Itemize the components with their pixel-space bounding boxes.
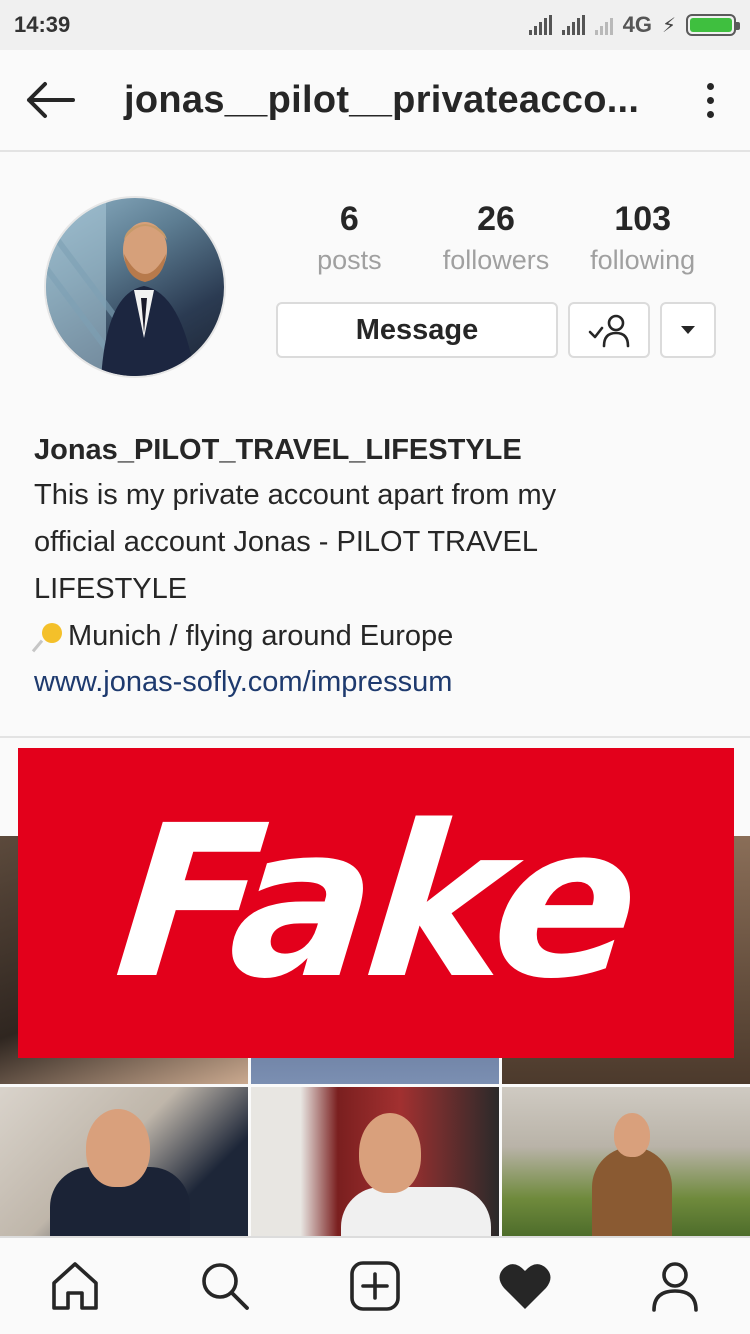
more-options-button[interactable] [670, 49, 750, 151]
suggestions-dropdown-button[interactable] [660, 302, 716, 358]
back-button[interactable] [0, 49, 100, 151]
bio-location: Munich / flying around Europe [34, 613, 724, 660]
profile-stats: 6 posts 26 followers 103 following [276, 196, 716, 278]
nav-search[interactable] [175, 1241, 275, 1331]
grid-photo[interactable] [0, 1087, 248, 1236]
profile-icon [652, 1262, 698, 1312]
caret-down-icon [681, 326, 695, 334]
stat-value: 6 [339, 200, 359, 238]
bottom-navigation [0, 1236, 750, 1334]
more-vertical-icon [706, 82, 714, 118]
home-icon [52, 1262, 98, 1310]
profile-display-name: Jonas_PILOT_TRAVEL_LIFESTYLE [34, 434, 522, 466]
nav-home[interactable] [25, 1241, 125, 1331]
person-check-icon [588, 314, 630, 348]
bio-location-text: Munich / flying around Europe [68, 620, 454, 652]
signal-icon [561, 15, 585, 35]
search-icon [202, 1263, 249, 1310]
status-bar: 14:39 4G ⚡ [0, 0, 750, 50]
battery-icon [686, 14, 740, 36]
signal-muted-icon [594, 15, 613, 35]
grid-photo[interactable] [502, 1087, 750, 1236]
stat-followers[interactable]: 26 followers [423, 196, 570, 278]
fake-warning-banner: Fake [18, 748, 734, 1058]
avatar-photo [46, 198, 196, 376]
stat-value: 26 [477, 200, 515, 238]
bio-line: This is my private account apart from my [34, 479, 557, 511]
nav-profile[interactable] [625, 1241, 725, 1331]
profile-bio: Jonas_PILOT_TRAVEL_LIFESTYLE This is my … [34, 428, 724, 704]
signal-icon [528, 15, 552, 35]
stat-value: 103 [614, 200, 672, 238]
pushpin-icon [34, 621, 64, 653]
grid-photo[interactable] [251, 1087, 499, 1236]
stat-label: following [590, 245, 696, 275]
network-type: 4G [622, 12, 652, 37]
charging-icon: ⚡ [661, 14, 676, 37]
profile-header: jonas__pilot__privateacco... [0, 50, 750, 152]
stat-posts[interactable]: 6 posts [276, 196, 423, 278]
following-button[interactable] [568, 302, 650, 358]
arrow-left-icon [27, 82, 75, 118]
status-icons: 4G ⚡ [528, 12, 740, 38]
bio-website-link[interactable]: www.jonas-sofly.com/impressum [34, 660, 724, 704]
status-time: 14:39 [14, 12, 71, 37]
page-title: jonas__pilot__privateacco... [124, 78, 640, 121]
stat-label: posts [317, 245, 382, 275]
fake-warning-text: Fake [107, 780, 645, 1025]
divider [0, 736, 750, 738]
message-button[interactable]: Message [276, 302, 558, 358]
nav-activity[interactable] [475, 1241, 575, 1331]
stat-following[interactable]: 103 following [569, 196, 716, 278]
add-post-icon [350, 1261, 400, 1311]
bio-line: official account Jonas - PILOT TRAVEL [34, 526, 538, 558]
nav-new-post[interactable] [325, 1241, 425, 1331]
bio-line: LIFESTYLE [34, 573, 188, 605]
stat-label: followers [442, 245, 550, 275]
heart-icon [499, 1264, 551, 1309]
profile-actions: Message [276, 302, 716, 358]
avatar[interactable] [44, 196, 226, 378]
